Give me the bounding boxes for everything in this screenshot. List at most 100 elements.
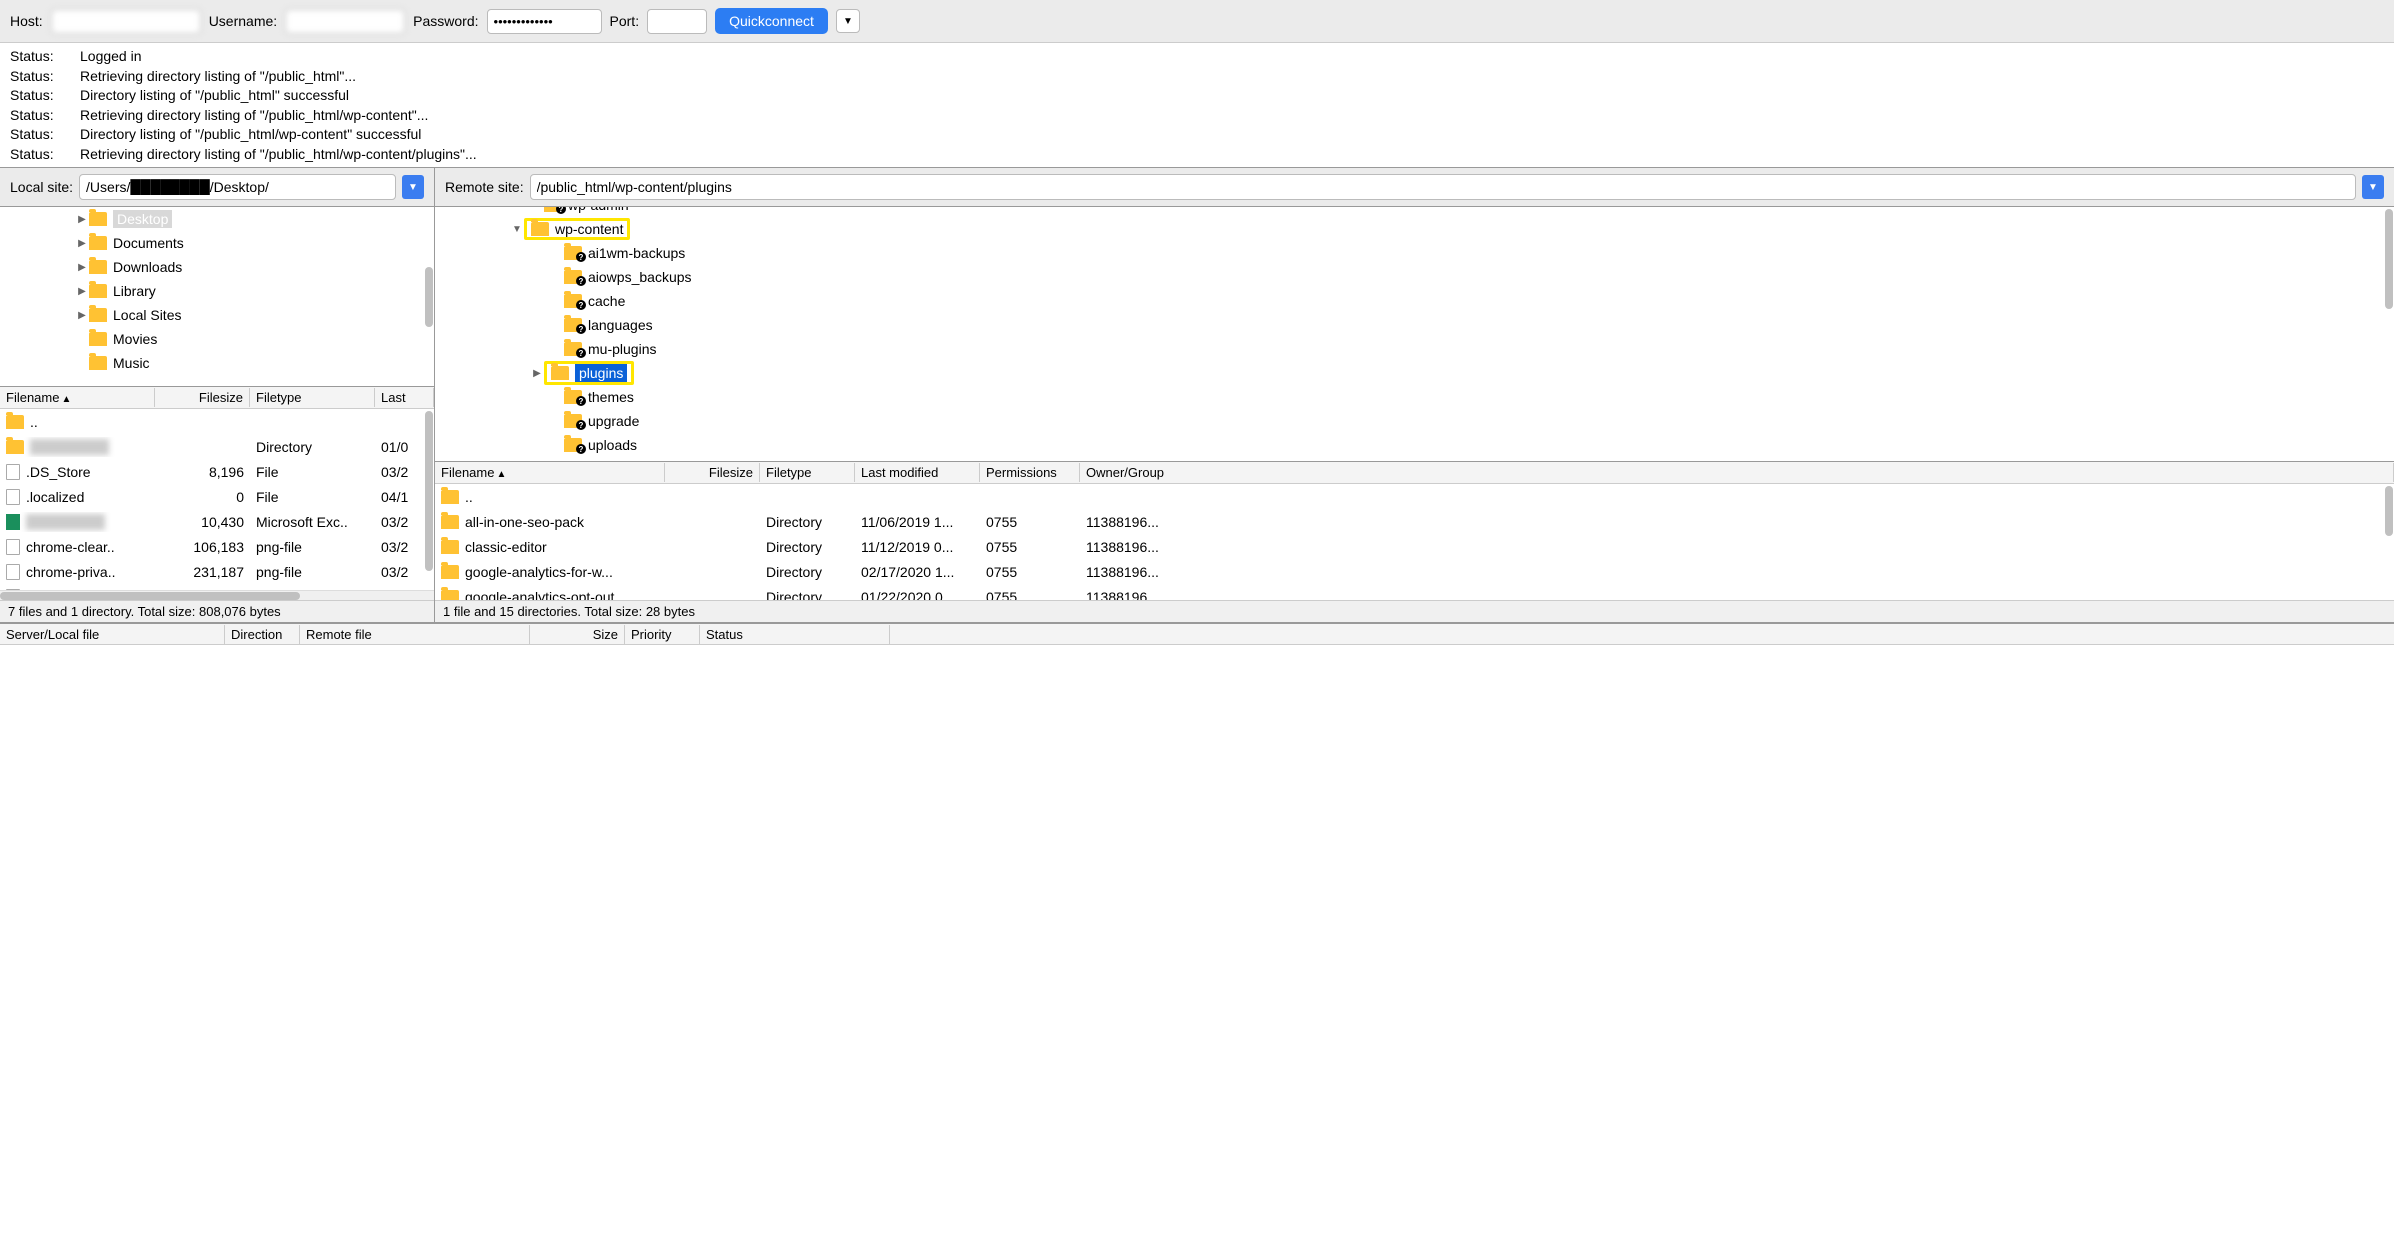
- quickconnect-button[interactable]: Quickconnect: [715, 8, 828, 34]
- disclosure-icon[interactable]: ▶: [75, 214, 89, 225]
- local-path-input[interactable]: [79, 174, 396, 200]
- file-modified: 02/17/2020 1...: [855, 562, 980, 582]
- local-file-list[interactable]: ..████████Directory01/0.DS_Store8,196Fil…: [0, 409, 434, 590]
- file-row[interactable]: chrome-clear..106,183png-file03/2: [0, 534, 434, 559]
- quickconnect-dropdown-button[interactable]: ▼: [836, 9, 860, 33]
- file-type: Directory: [250, 437, 375, 457]
- file-type: png-file: [250, 537, 375, 557]
- local-tree[interactable]: ▶Desktop▶Documents▶Downloads▶Library▶Loc…: [0, 207, 434, 387]
- username-label: Username:: [209, 13, 277, 29]
- port-label: Port:: [610, 13, 640, 29]
- tree-item[interactable]: ▼wp-content: [435, 217, 2394, 241]
- tree-item[interactable]: ▶Downloads: [0, 255, 434, 279]
- col-lastmod[interactable]: Last modified: [855, 463, 980, 482]
- file-row[interactable]: all-in-one-seo-packDirectory11/06/2019 1…: [435, 509, 2394, 534]
- col-filesize[interactable]: Filesize: [155, 388, 250, 407]
- tree-item[interactable]: ai1wm-backups: [435, 241, 2394, 265]
- file-row[interactable]: ..: [435, 484, 2394, 509]
- tree-item[interactable]: cache: [435, 289, 2394, 313]
- col-filename[interactable]: Filename▲: [0, 388, 155, 407]
- file-row[interactable]: ████████10,430Microsoft Exc..03/2: [0, 509, 434, 534]
- disclosure-icon[interactable]: ▶: [530, 368, 544, 379]
- disclosure-icon[interactable]: ▶: [75, 286, 89, 297]
- remote-path-dropdown[interactable]: ▼: [2362, 175, 2384, 199]
- col-filename[interactable]: Filename▲: [435, 463, 665, 482]
- file-row[interactable]: ..: [0, 409, 434, 434]
- log-label: Status:: [10, 47, 80, 67]
- tree-item[interactable]: uploads: [435, 433, 2394, 457]
- host-label: Host:: [10, 13, 43, 29]
- tree-item[interactable]: ▶Local Sites: [0, 303, 434, 327]
- file-row[interactable]: chrome-priva..231,187png-file03/2: [0, 559, 434, 584]
- col-lastmod[interactable]: Last: [375, 388, 434, 407]
- port-input[interactable]: [647, 9, 707, 34]
- file-row[interactable]: google-analytics-opt-outDirectory01/22/2…: [435, 584, 2394, 600]
- tree-item[interactable]: upgrade: [435, 409, 2394, 433]
- qcol-direction[interactable]: Direction: [225, 625, 300, 644]
- file-row[interactable]: .localized0File04/1: [0, 484, 434, 509]
- scrollbar-thumb[interactable]: [2385, 209, 2393, 309]
- file-name: chrome-priva..: [26, 564, 115, 580]
- tree-item[interactable]: mu-plugins: [435, 337, 2394, 361]
- tree-item[interactable]: wp-admin: [435, 207, 2394, 217]
- tree-item[interactable]: themes: [435, 385, 2394, 409]
- qcol-remote[interactable]: Remote file: [300, 625, 530, 644]
- local-hscroll[interactable]: [0, 590, 434, 600]
- file-owner: [1080, 495, 2394, 499]
- tree-item-label: aiowps_backups: [588, 269, 692, 285]
- file-name: google-analytics-opt-out: [465, 589, 614, 601]
- password-input[interactable]: [487, 9, 602, 34]
- tree-item[interactable]: languages: [435, 313, 2394, 337]
- col-filetype[interactable]: Filetype: [760, 463, 855, 482]
- file-row[interactable]: classic-editorDirectory11/12/2019 0...07…: [435, 534, 2394, 559]
- folder-icon: [551, 366, 569, 380]
- tree-item[interactable]: ▶Library: [0, 279, 434, 303]
- file-type: File: [250, 462, 375, 482]
- file-row[interactable]: google-analytics-for-w...Directory02/17/…: [435, 559, 2394, 584]
- local-path-dropdown[interactable]: ▼: [402, 175, 424, 199]
- qcol-priority[interactable]: Priority: [625, 625, 700, 644]
- folder-icon: [6, 440, 24, 454]
- highlight-annotation: plugins: [544, 361, 634, 385]
- folder-unknown-icon: [564, 414, 582, 428]
- col-filesize[interactable]: Filesize: [665, 463, 760, 482]
- log-label: Status:: [10, 106, 80, 126]
- qcol-server[interactable]: Server/Local file: [0, 625, 225, 644]
- file-type: png-file: [250, 562, 375, 582]
- file-row[interactable]: .DS_Store8,196File03/2: [0, 459, 434, 484]
- host-input[interactable]: [51, 9, 201, 34]
- file-icon: [6, 564, 20, 580]
- disclosure-icon[interactable]: ▶: [75, 310, 89, 321]
- tree-item[interactable]: Movies: [0, 327, 434, 351]
- remote-tree[interactable]: wp-admin▼wp-contentai1wm-backups aiowps_b…: [435, 207, 2394, 462]
- tree-item[interactable]: aiowps_backups: [435, 265, 2394, 289]
- tree-item[interactable]: ▶plugins: [435, 361, 2394, 385]
- file-row[interactable]: ████████Directory01/0: [0, 434, 434, 459]
- tree-item[interactable]: Music: [0, 351, 434, 375]
- scrollbar-thumb[interactable]: [425, 411, 433, 571]
- disclosure-icon[interactable]: ▶: [75, 262, 89, 273]
- col-permissions[interactable]: Permissions: [980, 463, 1080, 482]
- tree-item-label: Movies: [113, 331, 157, 347]
- disclosure-icon[interactable]: ▶: [75, 238, 89, 249]
- remote-path-input[interactable]: [530, 174, 2356, 200]
- file-icon: [6, 464, 20, 480]
- remote-file-header: Filename▲ Filesize Filetype Last modifie…: [435, 462, 2394, 484]
- remote-site-bar: Remote site: ▼: [435, 168, 2394, 207]
- qcol-status[interactable]: Status: [700, 625, 890, 644]
- log-row: Status:Retrieving directory listing of "…: [10, 106, 2384, 126]
- username-input[interactable]: [285, 9, 405, 34]
- remote-file-list[interactable]: ..all-in-one-seo-packDirectory11/06/2019…: [435, 484, 2394, 600]
- scrollbar-thumb[interactable]: [425, 267, 433, 327]
- scrollbar-thumb[interactable]: [2385, 486, 2393, 536]
- tree-item[interactable]: ▶Desktop: [0, 207, 434, 231]
- local-site-bar: Local site: ▼: [0, 168, 434, 207]
- file-owner: 11388196...: [1080, 562, 2394, 582]
- disclosure-icon[interactable]: ▼: [510, 224, 524, 235]
- qcol-size[interactable]: Size: [530, 625, 625, 644]
- remote-status: 1 file and 15 directories. Total size: 2…: [435, 600, 2394, 622]
- tree-item[interactable]: ▶Documents: [0, 231, 434, 255]
- col-owner[interactable]: Owner/Group: [1080, 463, 2394, 482]
- col-filetype[interactable]: Filetype: [250, 388, 375, 407]
- folder-icon: [89, 236, 107, 250]
